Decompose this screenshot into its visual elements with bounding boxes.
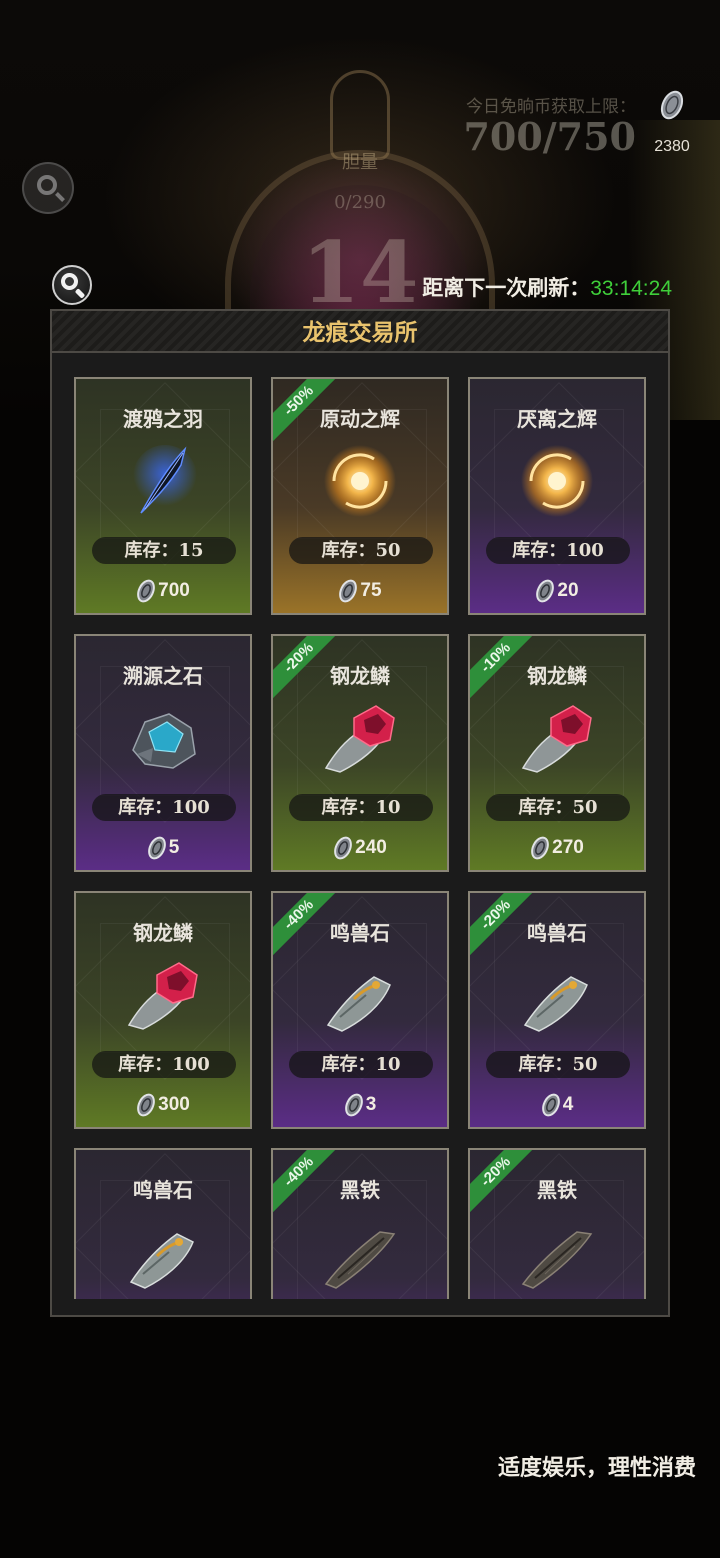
refresh-timer: 距离下一次刷新：33:14:24: [360, 272, 672, 302]
item-stock: 库存：50: [486, 794, 630, 821]
item-price-value: 75: [360, 580, 382, 601]
item-price-value: 270: [552, 837, 584, 858]
item-price-value: 5: [168, 837, 180, 858]
item-name: 渡鸦之羽: [123, 407, 203, 431]
item-stock: 库存：100: [92, 1051, 236, 1078]
item-stock: 库存：50: [486, 1051, 630, 1078]
item-price: 75: [273, 577, 447, 607]
red-crystal-scale-icon: [123, 955, 203, 1035]
item-price-value: 240: [355, 837, 387, 858]
coin-icon: [536, 579, 555, 603]
item-price: 300: [76, 1091, 250, 1121]
shop-item-card[interactable]: 渡鸦之羽库存：15 700: [74, 377, 252, 615]
beast-stone-icon: [517, 955, 597, 1035]
shop-item-card[interactable]: 钢龙鳞库存：100 300: [74, 891, 252, 1129]
coin-icon: [660, 90, 684, 120]
currency-display: 2380: [640, 88, 704, 156]
item-stock: 库存：100: [92, 794, 236, 821]
coin-icon: [339, 579, 358, 603]
red-crystal-scale-icon: [517, 698, 597, 778]
item-price: 3: [273, 1091, 447, 1121]
background-search-button: [22, 162, 74, 214]
health-advisory: 适度娱乐，理性消费: [497, 1455, 696, 1481]
item-price: 270: [470, 834, 644, 864]
beast-stone-icon: [320, 955, 400, 1035]
item-name: 鸣兽石: [133, 1178, 193, 1202]
coin-icon: [147, 836, 166, 860]
shop-item-card[interactable]: 黑铁 -20%: [468, 1148, 646, 1299]
item-price-value: 4: [562, 1094, 574, 1115]
coin-icon: [137, 1093, 156, 1117]
shop-item-card[interactable]: 鸣兽石 库存：10 3 -40%: [271, 891, 449, 1129]
item-stock: 库存：10: [289, 794, 433, 821]
item-price: 5: [76, 834, 250, 864]
search-icon: [61, 273, 78, 290]
item-price: 20: [470, 577, 644, 607]
item-price-value: 700: [158, 580, 190, 601]
beast-stone-icon: [123, 1212, 203, 1292]
item-name: 厌离之辉: [517, 407, 597, 431]
coin-icon: [334, 836, 353, 860]
shop-item-card[interactable]: 鸣兽石: [74, 1148, 252, 1299]
item-price: 4: [470, 1091, 644, 1121]
shop-item-card[interactable]: 鸣兽石 库存：50 4 -20%: [468, 891, 646, 1129]
glowing-orb-icon: [517, 441, 597, 521]
refresh-label: 距离下一次刷新：: [422, 275, 591, 300]
item-stock: 库存：50: [289, 537, 433, 564]
search-button[interactable]: [52, 265, 92, 305]
coin-icon: [541, 1093, 560, 1117]
item-price: 700: [76, 577, 250, 607]
rank-progress: 0/290: [334, 192, 386, 213]
item-price-value: 3: [365, 1094, 377, 1115]
raven-feather-icon: [123, 441, 203, 521]
item-name: 溯源之石: [123, 664, 203, 688]
glowing-orb-icon: [320, 441, 400, 521]
refresh-countdown: 33:14:24: [590, 277, 672, 300]
coin-icon: [531, 836, 550, 860]
rank-label: 胆量: [342, 152, 378, 173]
shop-item-card[interactable]: 溯源之石库存：100 5: [74, 634, 252, 872]
shop-panel: 龙痕交易所 渡鸦之羽 库存：15 700 原动之辉 库存：50 75 -50% 厌离之辉 库存：…: [50, 309, 670, 1317]
blue-ore-icon: [123, 698, 203, 778]
coin-icon: [344, 1093, 363, 1117]
shop-item-card[interactable]: 钢龙鳞 库存：10 240 -20%: [271, 634, 449, 872]
black-iron-icon: [517, 1212, 597, 1292]
item-name: 钢龙鳞: [133, 921, 193, 945]
shop-item-card[interactable]: 厌离之辉库存：100 20: [468, 377, 646, 615]
shop-item-card[interactable]: 原动之辉 库存：50 75 -50%: [271, 377, 449, 615]
currency-amount: 2380: [654, 138, 690, 155]
shop-title: 龙痕交易所: [52, 311, 668, 353]
shop-item-card[interactable]: 钢龙鳞 库存：50 270 -10%: [468, 634, 646, 872]
daily-cap-value: 700/750: [463, 114, 636, 159]
shop-item-grid[interactable]: 渡鸦之羽 库存：15 700 原动之辉 库存：50 75 -50% 厌离之辉 库存：100 20 溯…: [52, 355, 668, 1299]
red-crystal-scale-icon: [320, 698, 400, 778]
search-icon: [37, 175, 57, 195]
coin-icon: [137, 579, 156, 603]
item-stock: 库存：10: [289, 1051, 433, 1078]
item-price-value: 20: [557, 580, 579, 601]
item-price-value: 300: [158, 1094, 190, 1115]
shop-item-card[interactable]: 黑铁 -40%: [271, 1148, 449, 1299]
item-stock: 库存：15: [92, 537, 236, 564]
item-price: 240: [273, 834, 447, 864]
rank-crest-icon: [330, 70, 390, 160]
black-iron-icon: [320, 1212, 400, 1292]
item-stock: 库存：100: [486, 537, 630, 564]
